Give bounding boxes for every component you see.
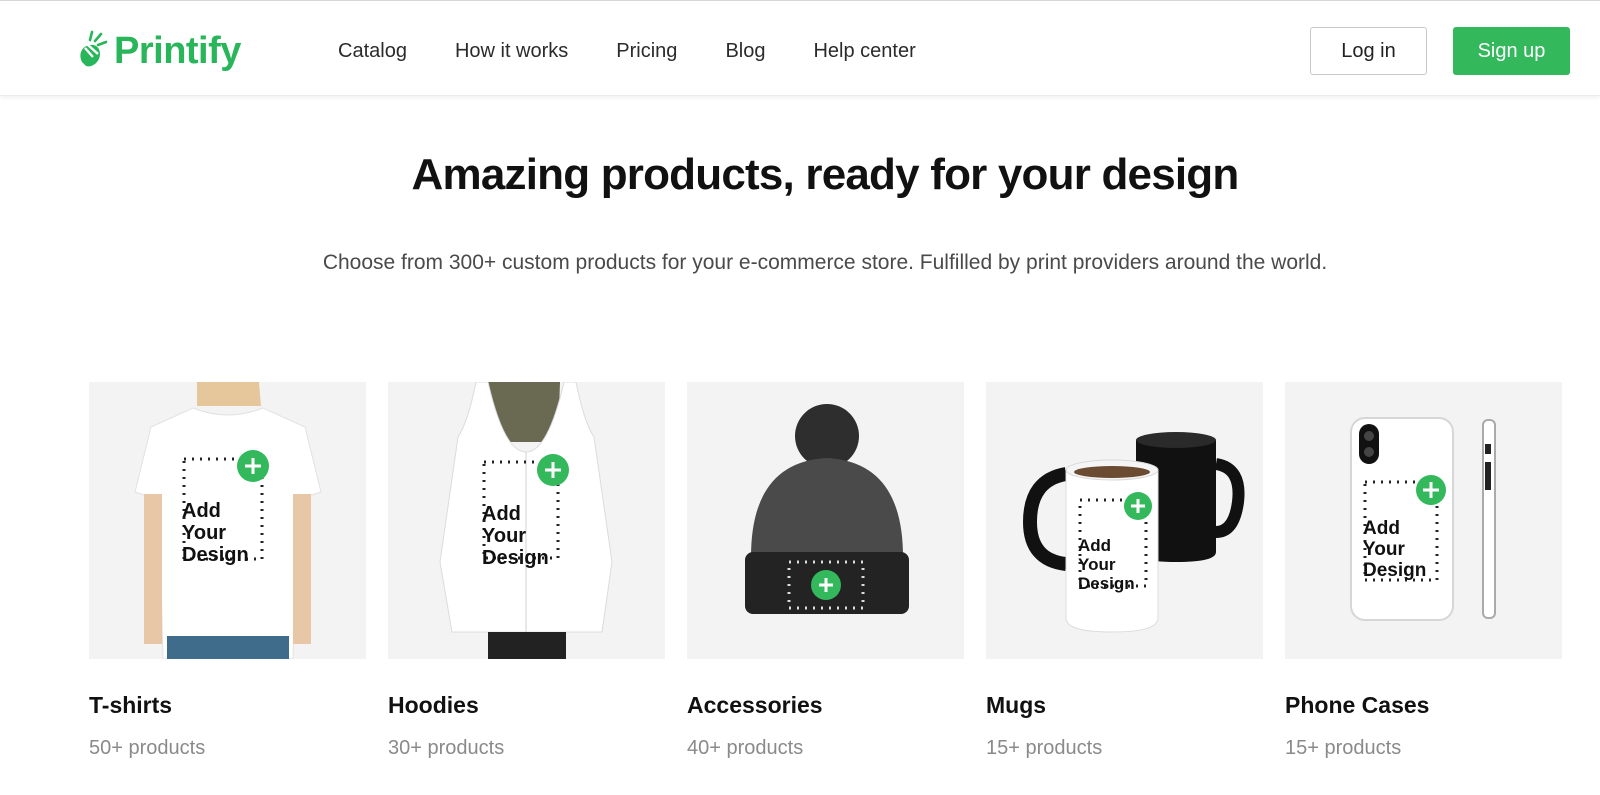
design-placeholder-line1: Add bbox=[1078, 536, 1111, 555]
category-count: 15+ products bbox=[1285, 737, 1402, 759]
category-count: 15+ products bbox=[986, 737, 1103, 759]
category-card-tshirts[interactable]: Add Your Design T-shirts 50+ products bbox=[89, 382, 366, 761]
nav-help-center[interactable]: Help center bbox=[813, 38, 915, 64]
beanie-icon bbox=[687, 382, 964, 659]
design-placeholder-line3: Design bbox=[1078, 574, 1135, 593]
design-placeholder-line2: Your bbox=[182, 522, 226, 544]
design-placeholder-line2: Your bbox=[1078, 555, 1116, 574]
design-placeholder-line1: Add bbox=[182, 500, 221, 522]
category-name: T-shirts bbox=[89, 692, 173, 718]
category-count: 50+ products bbox=[89, 737, 206, 759]
nav-how-it-works[interactable]: How it works bbox=[455, 38, 568, 64]
design-placeholder-line3: Design bbox=[182, 544, 249, 566]
main-menu: Catalog How it works Pricing Blog Help c… bbox=[338, 38, 916, 64]
design-placeholder-line3: Design bbox=[482, 547, 549, 569]
brand-logo[interactable]: Printify bbox=[76, 26, 241, 76]
hero-title: Amazing products, ready for your design bbox=[411, 150, 1240, 199]
category-image-hoodies: Add Your Design bbox=[388, 382, 665, 659]
design-placeholder-line2: Your bbox=[1363, 539, 1405, 560]
category-image-tshirts: Add Your Design bbox=[89, 382, 366, 659]
mug-icon: Add Your Design bbox=[986, 382, 1263, 659]
design-placeholder-line1: Add bbox=[482, 503, 521, 525]
category-card-phone-cases[interactable]: Add Your Design Phone Cases 15+ products bbox=[1285, 382, 1562, 761]
category-image-accessories bbox=[687, 382, 964, 659]
login-button[interactable]: Log in bbox=[1310, 27, 1427, 75]
category-image-phone-cases: Add Your Design bbox=[1285, 382, 1562, 659]
hoodie-icon: Add Your Design bbox=[388, 382, 665, 659]
category-count: 30+ products bbox=[388, 737, 505, 759]
nav-blog[interactable]: Blog bbox=[725, 38, 765, 64]
category-name: Phone Cases bbox=[1285, 692, 1430, 718]
category-card-hoodies[interactable]: Add Your Design Hoodies 30+ products bbox=[388, 382, 665, 761]
phone-case-icon: Add Your Design bbox=[1285, 382, 1562, 659]
category-card-accessories[interactable]: Accessories 40+ products bbox=[687, 382, 964, 761]
printify-logo-icon bbox=[80, 30, 108, 67]
top-navigation: Printify Catalog How it works Pricing Bl… bbox=[0, 4, 1600, 96]
category-image-mugs: Add Your Design bbox=[986, 382, 1263, 659]
nav-pricing[interactable]: Pricing bbox=[616, 38, 677, 64]
product-categories: Add Your Design T-shirts 50+ products Ad… bbox=[89, 382, 1562, 761]
design-placeholder-line2: Your bbox=[482, 525, 526, 547]
brand-name: Printify bbox=[114, 30, 241, 72]
design-placeholder-line1: Add bbox=[1363, 518, 1400, 539]
category-name: Accessories bbox=[687, 692, 823, 718]
category-name: Mugs bbox=[986, 692, 1047, 718]
category-card-mugs[interactable]: Add Your Design Mugs 15+ products bbox=[986, 382, 1263, 761]
tshirt-icon: Add Your Design bbox=[89, 382, 366, 659]
category-name: Hoodies bbox=[388, 692, 479, 718]
hero-subtitle: Choose from 300+ custom products for you… bbox=[322, 251, 1328, 274]
category-count: 40+ products bbox=[687, 737, 804, 759]
design-placeholder-line3: Design bbox=[1363, 560, 1426, 581]
signup-button[interactable]: Sign up bbox=[1453, 27, 1570, 75]
nav-catalog[interactable]: Catalog bbox=[338, 38, 407, 64]
